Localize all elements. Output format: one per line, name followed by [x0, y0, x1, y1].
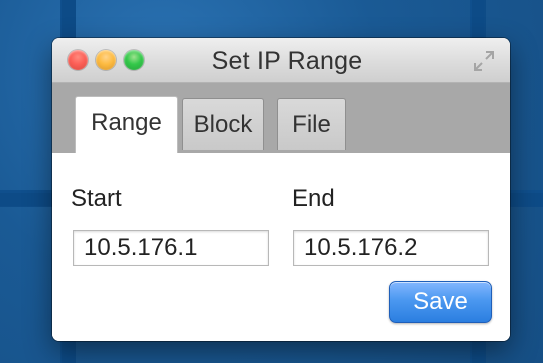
- end-label: End: [292, 185, 335, 212]
- window-titlebar[interactable]: Set IP Range: [52, 38, 510, 83]
- set-ip-range-window: Set IP Range Block File Range Start End …: [52, 38, 510, 341]
- close-icon[interactable]: [68, 50, 88, 70]
- tab-file[interactable]: File: [277, 98, 346, 150]
- zoom-icon[interactable]: [124, 50, 144, 70]
- start-ip-input[interactable]: [73, 230, 269, 266]
- save-button[interactable]: Save: [389, 281, 492, 323]
- window-title: Set IP Range: [211, 47, 363, 75]
- start-label: Start: [71, 185, 122, 212]
- tab-range[interactable]: Range: [75, 96, 178, 155]
- minimize-icon[interactable]: [96, 50, 116, 70]
- end-ip-input[interactable]: [293, 230, 489, 266]
- fullscreen-icon[interactable]: [472, 49, 496, 73]
- tab-block[interactable]: Block: [182, 98, 264, 150]
